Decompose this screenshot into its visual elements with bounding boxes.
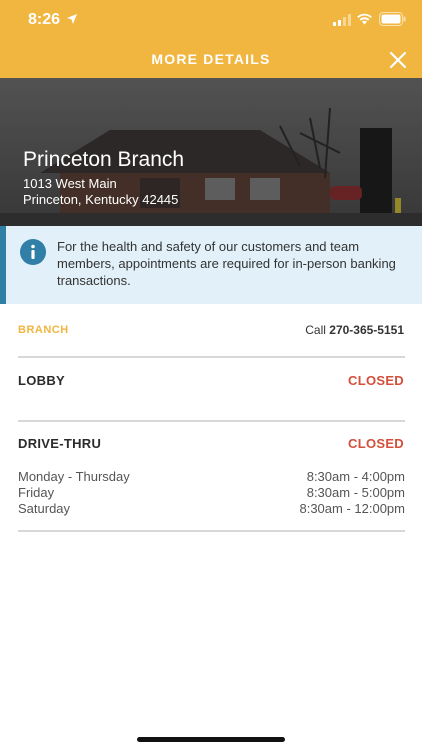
hours-row: Saturday 8:30am - 12:00pm [18, 501, 405, 517]
hours-time: 8:30am - 5:00pm [306, 485, 405, 500]
branch-name: Princeton Branch [23, 148, 185, 171]
hours-time: 8:30am - 4:00pm [306, 469, 405, 484]
status-bar: 8:26 [0, 0, 422, 40]
branch-phone-number: 270-365-5151 [329, 323, 404, 337]
close-icon[interactable] [388, 50, 408, 70]
hours-days: Friday [18, 485, 55, 500]
hours-days: Monday - Thursday [18, 469, 130, 484]
branch-hero-image: Princeton Branch 1013 West Main Princeto… [0, 78, 422, 226]
location-arrow-icon [67, 14, 77, 24]
health-safety-notice: For the health and safety of our custome… [0, 226, 422, 304]
top-bar: 8:26 MORE DETAILS [0, 0, 422, 78]
hours-row: Friday 8:30am - 5:00pm [18, 485, 405, 501]
branch-address-line2: Princeton, Kentucky 42445 [23, 192, 179, 207]
divider [18, 356, 405, 358]
info-icon [20, 239, 46, 265]
drive-thru-hours: Monday - Thursday 8:30am - 4:00pm Friday… [18, 469, 405, 517]
branch-section-label: BRANCH [18, 324, 69, 336]
divider [18, 420, 405, 422]
drive-thru-label: DRIVE-THRU [18, 436, 102, 451]
hours-days: Saturday [18, 501, 71, 516]
lobby-label: LOBBY [18, 373, 65, 388]
branch-address-line1: 1013 West Main [23, 176, 117, 191]
lobby-status-badge: CLOSED [348, 373, 404, 388]
hours-time: 8:30am - 12:00pm [299, 501, 405, 516]
divider [18, 530, 405, 532]
call-prefix: Call [305, 323, 326, 337]
signal-icon [333, 14, 351, 26]
home-indicator[interactable] [137, 737, 285, 742]
call-branch-link[interactable]: Call 270-365-5151 [305, 323, 404, 337]
hours-row: Monday - Thursday 8:30am - 4:00pm [18, 469, 405, 485]
status-time: 8:26 [28, 11, 61, 28]
page-title: MORE DETAILS [151, 51, 271, 67]
drive-thru-status-badge: CLOSED [348, 436, 404, 451]
notice-text: For the health and safety of our custome… [57, 239, 396, 288]
battery-icon [379, 12, 406, 26]
wifi-icon [357, 13, 372, 25]
